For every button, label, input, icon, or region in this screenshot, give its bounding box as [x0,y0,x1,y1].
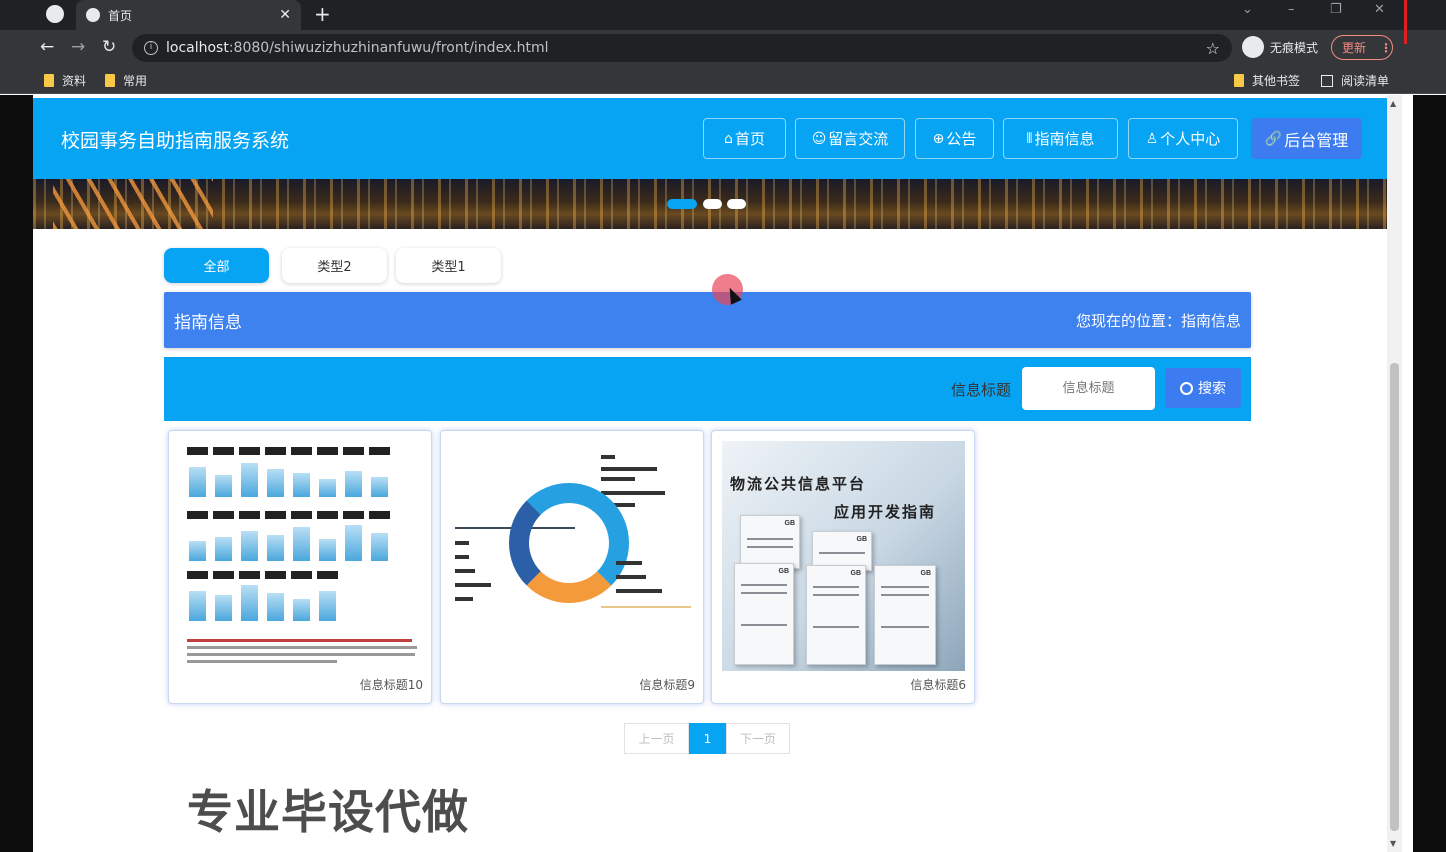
watermark-text: 专业毕设代做 [187,785,469,839]
breadcrumb: 您现在的位置：指南信息 [1075,312,1241,330]
carousel-dot[interactable] [667,199,697,209]
cover-title: 物流公共信息平台 [730,475,867,493]
browser-toolbar: ← → ↻ i localhost:8080/shiwuzizhuzhinanf… [0,30,1446,66]
card-caption: 信息标题9 [639,678,695,692]
incognito-icon [1242,36,1264,58]
incognito-label: 无痕模式 [1270,40,1319,55]
right-border [1413,95,1446,852]
user-icon: ♙ [1145,130,1159,147]
minimize-icon[interactable]: – [1288,2,1295,17]
section-header: 指南信息 您现在的位置：指南信息 [164,292,1251,348]
filter-all[interactable]: 全部 [164,248,269,283]
browser-tabstrip: 首页 ✕ + ⌄ – ❐ ✕ [0,0,1446,30]
close-window-icon[interactable]: ✕ [1374,2,1385,17]
carousel-dot[interactable] [727,199,746,209]
close-icon[interactable]: ✕ [279,7,291,23]
address-bar[interactable]: i localhost:8080/shiwuzizhuzhinanfuwu/fr… [132,34,1232,62]
incognito-indicator[interactable]: 无痕模式 [1242,36,1318,58]
page-1-button[interactable]: 1 [689,723,726,754]
chevron-down-icon[interactable]: ⌄ [1242,2,1253,17]
nav-announcements[interactable]: ⊕ 公告 [915,118,994,159]
nav-admin[interactable]: 🔗 后台管理 [1251,118,1362,159]
next-page-button[interactable]: 下一页 [726,723,790,754]
site-header: 校园事务自助指南服务系统 ⌂ 首页 ☺ 留言交流 ⊕ 公告 ⫴ 指南信息 ♙ 个… [33,98,1387,179]
url-text: localhost:8080/shiwuzizhuzhinanfuwu/fron… [166,40,549,56]
guide-card[interactable]: 物流公共信息平台 应用开发指南 GB GB GB GB GB 信息标题6 [711,430,975,704]
search-input[interactable] [1022,367,1155,410]
prev-page-button[interactable]: 上一页 [624,723,689,754]
site-title: 校园事务自助指南服务系统 [61,130,290,152]
tab-title: 首页 [108,8,133,23]
card-caption: 信息标题6 [910,678,966,692]
card-image [451,441,694,671]
chat-icon: ☺ [811,130,827,147]
more-vert-icon: ⋮ [1380,40,1392,55]
carousel-dot[interactable] [703,199,722,209]
reload-icon[interactable]: ↻ [102,37,116,57]
cover-subtitle: 应用开发指南 [834,503,937,521]
guide-card[interactable]: 信息标题10 [168,430,432,704]
edge-marker [1404,0,1407,44]
nav-messages[interactable]: ☺ 留言交流 [795,118,905,159]
bookmark-folder[interactable]: 资料 [44,72,86,89]
scroll-down-icon[interactable]: ▼ [1390,839,1396,848]
card-image: 物流公共信息平台 应用开发指南 GB GB GB GB GB [722,441,965,671]
new-tab-icon[interactable]: + [314,2,331,26]
bridge-image [53,179,213,229]
section-title: 指南信息 [174,313,242,333]
card-image [179,441,422,671]
forward-icon[interactable]: → [71,37,85,57]
nav-guide-info[interactable]: ⫴ 指南信息 [1003,118,1118,159]
folder-icon [1234,74,1244,87]
search-icon [1180,381,1193,395]
restore-icon[interactable]: ❐ [1330,2,1342,17]
scroll-thumb[interactable] [1390,363,1399,831]
folder-icon [105,74,115,87]
home-icon: ⌂ [724,130,733,147]
left-border [0,95,33,852]
filter-type2[interactable]: 类型2 [282,248,387,283]
update-button[interactable]: 更新 ⋮ [1331,35,1393,60]
card-caption: 信息标题10 [359,678,423,692]
globe-icon [86,8,100,22]
info-icon[interactable]: i [144,41,158,55]
page-viewport: 校园事务自助指南服务系统 ⌂ 首页 ☺ 留言交流 ⊕ 公告 ⫴ 指南信息 ♙ 个… [33,95,1413,852]
bookmark-star-icon[interactable]: ☆ [1206,39,1220,58]
search-bar: 信息标题 搜索 [164,357,1251,421]
bookmarks-bar: 资料 常用 其他书签 阅读清单 [0,66,1446,94]
filter-type1[interactable]: 类型1 [396,248,501,283]
cycle-diagram [509,483,629,603]
search-label: 信息标题 [951,381,1012,399]
reading-list-icon [1321,74,1333,87]
reading-list[interactable]: 阅读清单 [1321,72,1389,89]
browser-tab[interactable]: 首页 ✕ [76,0,301,30]
nav-home[interactable]: ⌂ 首页 [703,118,786,159]
back-icon[interactable]: ← [40,37,54,57]
bookmark-folder[interactable]: 常用 [105,72,147,89]
page-scrollbar[interactable]: ▲ ▼ [1387,95,1402,852]
folder-icon [44,74,54,87]
browser-menu-icon[interactable] [46,5,64,23]
globe-icon: ⊕ [932,130,945,147]
link-icon: 🔗 [1264,130,1283,147]
guide-card[interactable]: 信息标题9 [440,430,704,704]
search-button[interactable]: 搜索 [1165,368,1241,408]
scroll-up-icon[interactable]: ▲ [1390,99,1396,108]
grid-icon: ⫴ [1026,130,1033,147]
nav-user-center[interactable]: ♙ 个人中心 [1128,118,1238,159]
other-bookmarks[interactable]: 其他书签 [1234,72,1300,89]
update-label: 更新 [1342,41,1367,55]
